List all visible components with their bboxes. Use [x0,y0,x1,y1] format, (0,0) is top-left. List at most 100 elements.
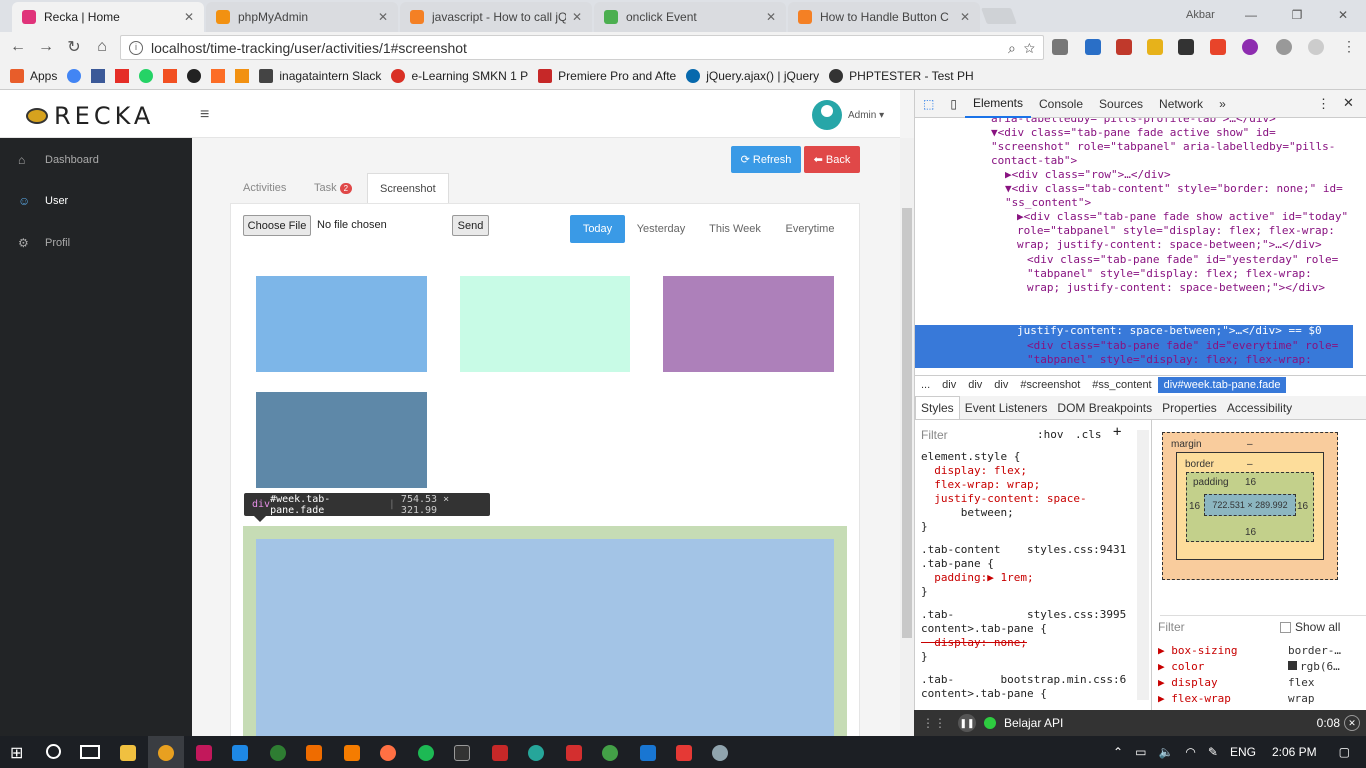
teamviewer-icon[interactable] [640,745,656,761]
subtab-dom-breakpoints[interactable]: DOM Breakpoints [1052,401,1157,415]
language-indicator[interactable]: ENG [1230,745,1256,759]
sidebar-item-profil[interactable]: ⚙ Profil [18,236,70,250]
screenshot-thumbnail[interactable] [256,276,427,372]
extension-download-icon[interactable] [1052,39,1068,55]
dom-line[interactable]: ▶<div class="row">…</div> [1005,168,1171,182]
tab-sources[interactable]: Sources [1091,90,1151,118]
browser-tab-stackoverflow[interactable]: javascript - How to call jQ ✕ [400,2,592,32]
bookmark-slack[interactable]: inagataintern Slack [259,68,381,83]
app-icon[interactable] [306,745,322,761]
extension-screenshot-icon[interactable] [1085,39,1101,55]
screenshot-thumbnail[interactable] [663,276,834,372]
drag-handle-icon[interactable]: ⋮⋮ [922,716,946,730]
style-line-overridden[interactable]: display: none; [921,636,1027,650]
breadcrumb-item[interactable]: #screenshot [1020,379,1080,391]
browser-tab-recka[interactable]: Recka | Home ✕ [12,2,204,32]
cls-toggle[interactable]: .cls [1075,428,1102,441]
page-scrollbar-thumb[interactable] [902,208,912,638]
computed-row[interactable]: ▶ display [1158,676,1218,690]
app-icon[interactable] [712,745,728,761]
vscode-icon[interactable] [232,745,248,761]
close-tab-icon[interactable]: ✕ [184,10,194,24]
breadcrumb-item-active[interactable]: div#week.tab-pane.fade [1157,376,1287,393]
inspect-element-icon[interactable]: ⬚ [915,90,942,118]
app-icon[interactable] [270,745,286,761]
chrome-icon[interactable] [158,745,174,761]
address-bar[interactable]: i localhost/time-tracking/user/activitie… [120,35,1044,60]
pen-icon[interactable]: ✎ [1208,745,1218,759]
dom-line[interactable]: <div class="tab-pane fade" id="everytime… [1027,339,1338,353]
pause-button[interactable]: ❚❚ [958,714,976,732]
subtab-event-listeners[interactable]: Event Listeners [960,401,1053,415]
bookmark-elearning[interactable]: e-Learning SMKN 1 P [391,68,528,83]
dom-line[interactable]: ▶<div class="tab-pane fade show active" … [1017,210,1348,224]
filter-yesterday[interactable]: Yesterday [633,215,689,243]
tray-up-icon[interactable]: ⌃ [1113,745,1123,759]
back-arrow-icon[interactable]: ← [4,38,32,56]
windows-start-icon[interactable]: ⊞ [10,743,23,763]
browser-menu-icon[interactable]: ⋮ [1342,38,1356,55]
extension-purple-icon[interactable] [1242,39,1258,55]
close-devtools-icon[interactable]: ✕ [1343,95,1354,111]
clock[interactable]: 2:06 PM [1272,745,1317,759]
breadcrumb-item[interactable]: ... [921,379,930,391]
style-line[interactable]: justify-content: space- [921,492,1086,506]
styles-filter-input[interactable]: Filter [921,428,948,442]
bookmark-apps[interactable]: Apps [10,68,57,83]
extension-v-icon[interactable] [1147,39,1163,55]
breadcrumb-item[interactable]: #ss_content [1092,379,1151,391]
breadcrumb-item[interactable]: div [942,379,956,391]
breadcrumb-item[interactable]: div [994,379,1008,391]
back-button[interactable]: ⬅ Back [804,146,860,173]
device-toolbar-icon[interactable]: ▯ [942,90,965,118]
screenshot-thumbnail[interactable] [256,392,427,488]
reload-icon[interactable]: ↻ [60,37,88,57]
volume-icon[interactable]: 🔈 [1158,745,1173,759]
computed-row[interactable]: ▶ flex-wrap [1158,692,1231,706]
subtab-properties[interactable]: Properties [1157,401,1222,415]
computed-filter-input[interactable]: Filter [1158,620,1185,634]
hov-toggle[interactable]: :hov [1037,428,1064,441]
style-line[interactable]: .tab- bootstrap.min.css:6 [921,673,1126,687]
extension-m-icon[interactable] [1276,39,1292,55]
computed-row[interactable]: ▶ box-sizing [1158,644,1237,658]
search-icon[interactable] [46,744,61,759]
dom-line[interactable]: ▼<div class="tab-pane fade active show" … [991,126,1276,140]
maximize-icon[interactable]: ❐ [1274,8,1320,22]
bookmark-phptester[interactable]: PHPTESTER - Test PH [829,68,974,83]
forward-arrow-icon[interactable]: → [32,38,60,56]
wifi-icon[interactable]: ◠ [1185,745,1195,759]
subtab-accessibility[interactable]: Accessibility [1222,401,1297,415]
google-icon[interactable] [67,68,82,83]
dom-line[interactable]: ▶<div class="tab-pane fade" id="week" ro… [1017,296,1302,310]
extension-camera-icon[interactable] [1178,39,1194,55]
zoom-search-icon[interactable]: ⌕ [1008,40,1016,56]
filter-today[interactable]: Today [570,215,625,243]
style-line[interactable]: padding:▶ 1rem; [921,571,1033,585]
bookmark-jquery[interactable]: jQuery.ajax() | jQuery [686,68,819,83]
tab-activities[interactable]: Activities [243,173,286,203]
close-timer-icon[interactable]: ✕ [1344,715,1360,731]
close-tab-icon[interactable]: ✕ [766,10,776,24]
filezilla-icon[interactable] [492,745,508,761]
cmd-icon[interactable] [454,745,470,761]
style-line[interactable]: display: flex; [921,464,1027,478]
whatsapp-icon[interactable] [139,68,154,83]
battery-icon[interactable]: ▭ [1135,745,1146,759]
more-tabs-icon[interactable]: » [1211,90,1234,118]
filter-this-week[interactable]: This Week [705,215,765,243]
subtab-styles[interactable]: Styles [915,395,960,420]
style-line[interactable]: flex-wrap: wrap; [921,478,1040,492]
bookmark-premiere[interactable]: Premiere Pro and Afte [538,68,676,83]
tab-network[interactable]: Network [1151,90,1211,118]
extension-color-icon[interactable] [1210,39,1226,55]
app-icon[interactable] [602,745,618,761]
file-explorer-icon[interactable] [120,745,136,761]
dom-line[interactable]: ▼<div class="tab-content" style="border:… [1005,182,1343,196]
hamburger-menu-icon[interactable]: ≡ [200,106,209,124]
profile-name[interactable]: Akbar [1186,9,1215,21]
add-rule-icon[interactable]: + [1113,424,1121,440]
facebook-icon[interactable] [91,68,106,83]
styles-scrollbar[interactable] [1137,430,1149,700]
bookmark-star-icon[interactable]: ☆ [1024,40,1035,56]
